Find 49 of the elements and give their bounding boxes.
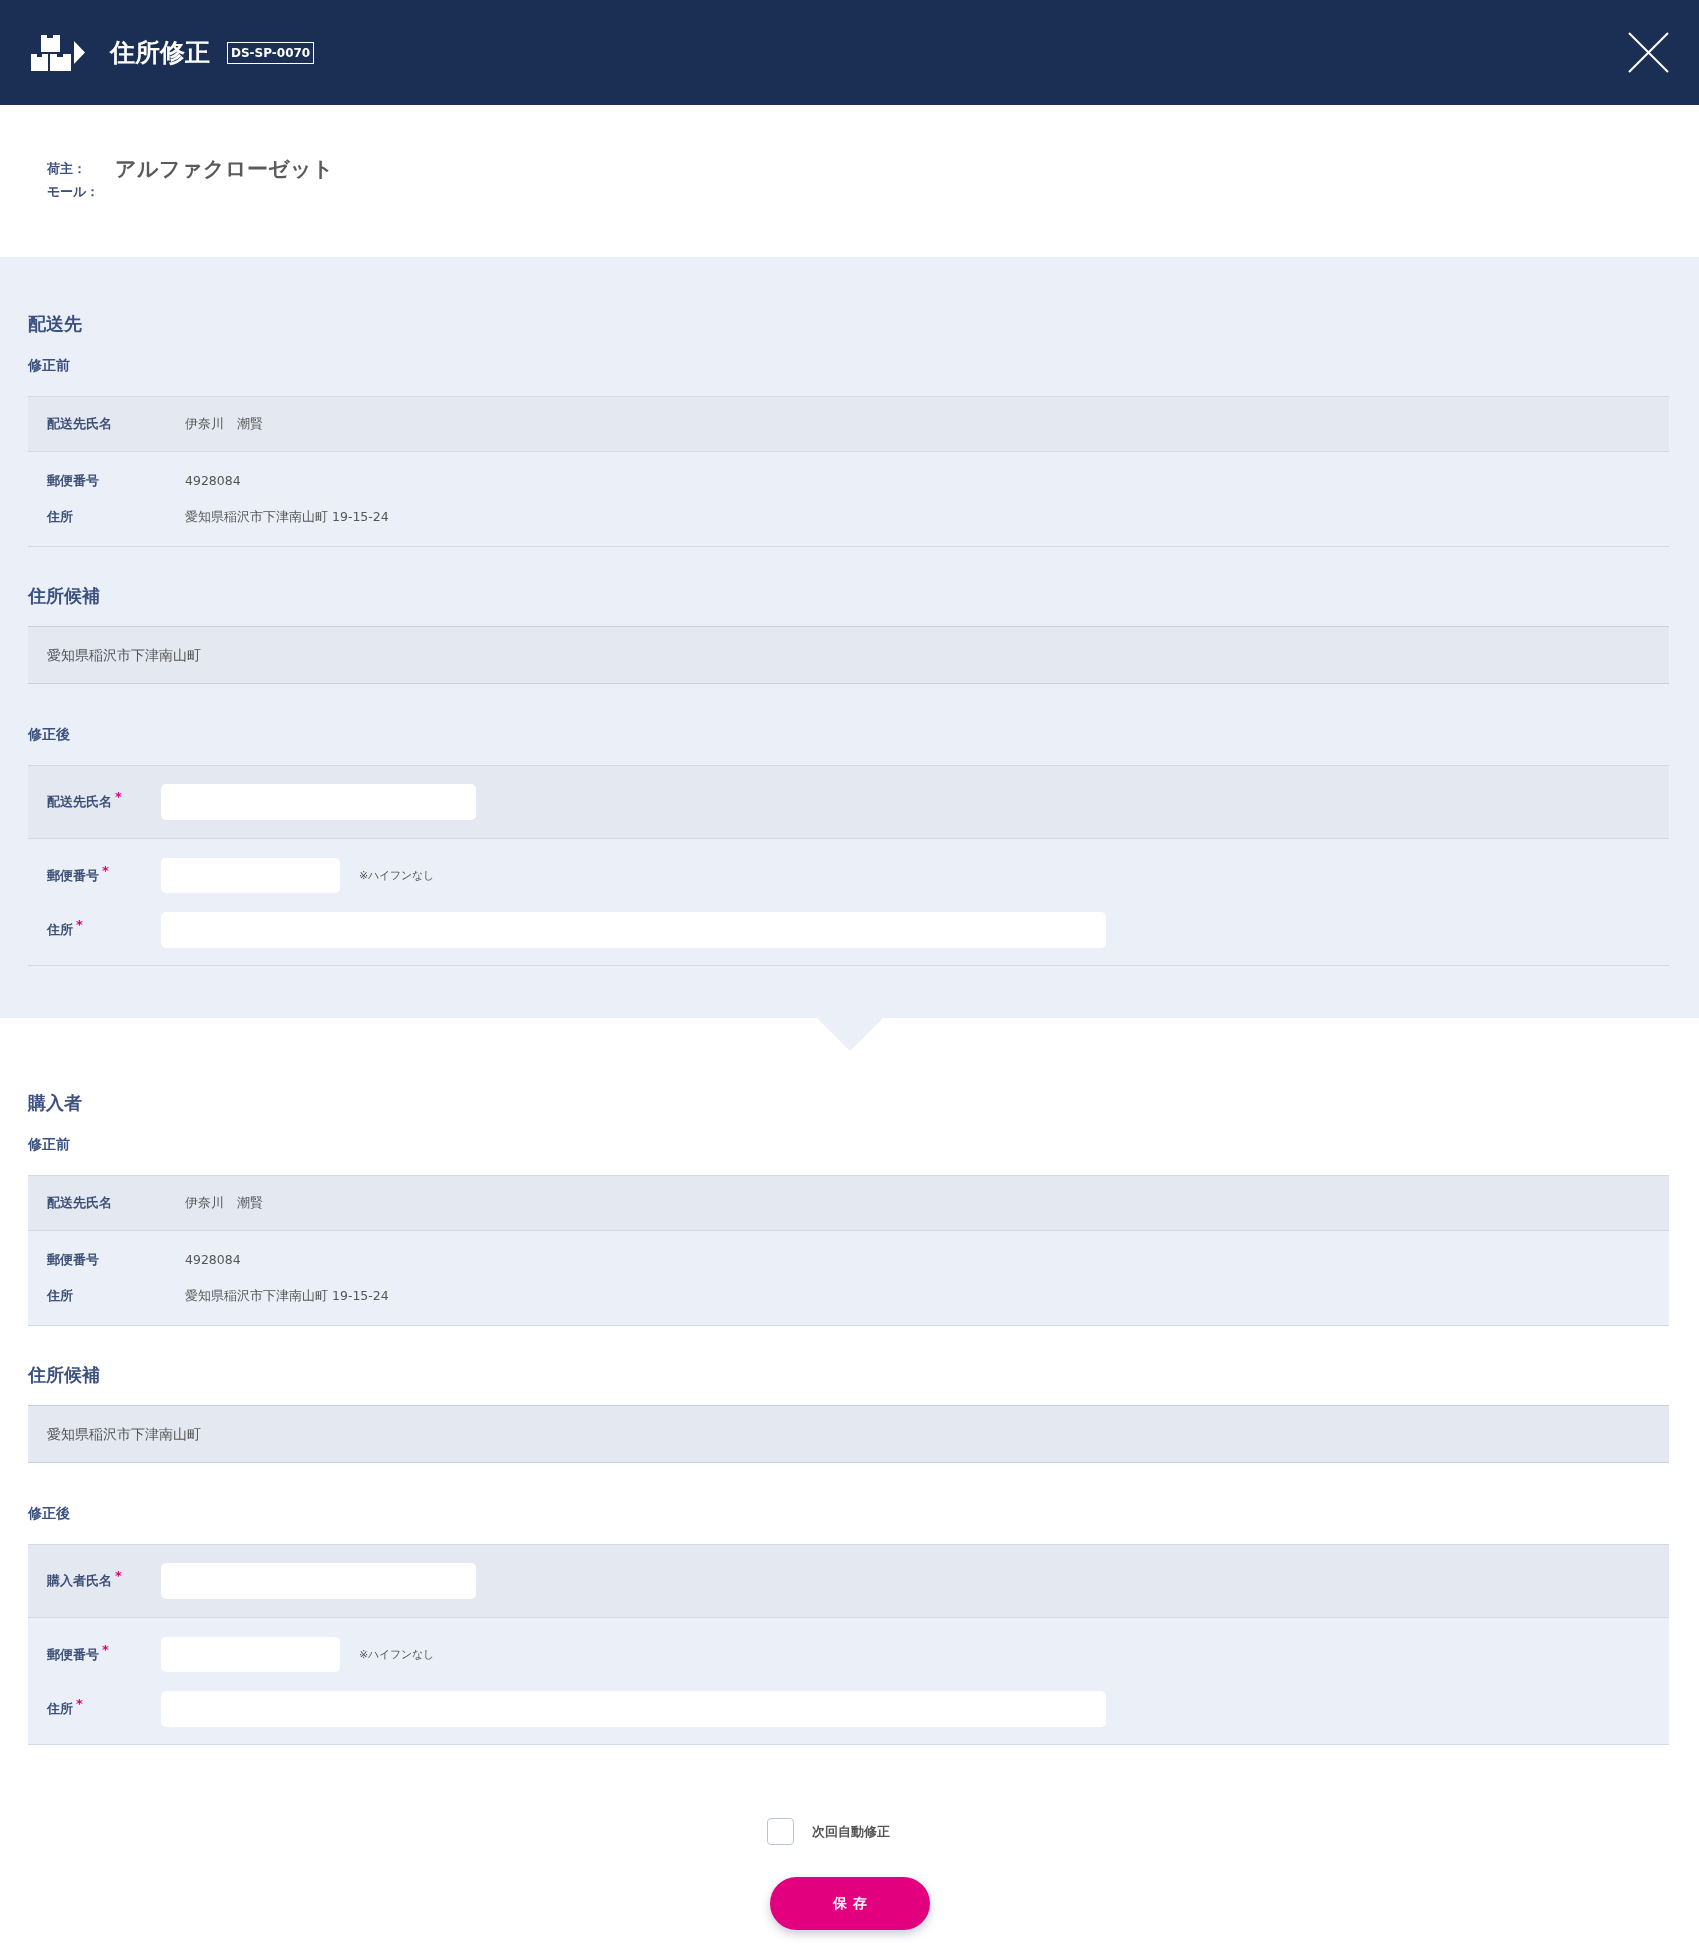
field-label: 住所 [47, 508, 74, 526]
checkbox-label: 次回自動修正 [811, 1822, 890, 1841]
field-value: 愛知県稲沢市下津南山町 19-15-24 [185, 508, 389, 526]
required-mark: * [115, 1571, 122, 1581]
required-mark: * [76, 1699, 83, 1709]
save-button[interactable]: 保存 [769, 1877, 930, 1930]
field-label: 住所 [47, 1700, 73, 1718]
close-icon [1628, 32, 1669, 73]
required-mark: * [115, 792, 122, 802]
candidate-address: 愛知県稲沢市下津南山町 [28, 626, 1669, 684]
section-title: 購入者 [28, 1091, 83, 1115]
subsection-title: 修正後 [28, 1504, 71, 1523]
info-label: モール： [47, 183, 100, 201]
field-value: 4928084 [185, 472, 241, 490]
field-label: 配送先氏名 [47, 793, 112, 811]
field-label: 郵便番号 [47, 1645, 99, 1664]
field-label: 購入者氏名 [47, 1572, 112, 1590]
field-value: 愛知県稲沢市下津南山町 19-15-24 [185, 1287, 389, 1305]
field-label: 配送先氏名 [47, 415, 113, 433]
info-value: アルファクローゼット [115, 156, 334, 182]
candidate-address: 愛知県稲沢市下津南山町 [28, 1405, 1669, 1463]
field-label: 配送先氏名 [47, 1194, 113, 1212]
section-title: 配送先 [28, 312, 83, 336]
screen-id-badge: DS-SP-0070 [227, 41, 315, 64]
section-title: 住所候補 [28, 584, 101, 608]
page-title: 住所修正 [110, 36, 210, 69]
field-value: 伊奈川 潮賢 [185, 1194, 263, 1212]
input-field[interactable] [161, 784, 476, 820]
required-mark: * [76, 920, 83, 930]
field-label: 住所 [47, 921, 73, 939]
boxes-arrow-icon [30, 34, 85, 71]
section-title: 住所候補 [28, 1363, 101, 1387]
field-note: ※ハイフンなし [359, 867, 435, 884]
subsection-title: 修正前 [28, 356, 71, 375]
subsection-title: 修正前 [28, 1135, 71, 1154]
checkbox[interactable] [766, 1818, 794, 1845]
required-mark: * [102, 1644, 109, 1655]
field-note: ※ハイフンなし [359, 1646, 435, 1663]
close-button[interactable] [1628, 32, 1669, 73]
field-label: 郵便番号 [47, 472, 100, 490]
field-value: 伊奈川 潮賢 [185, 415, 263, 433]
info-label: 荷主： [47, 160, 87, 178]
field-label: 住所 [47, 1287, 74, 1305]
subsection-title: 修正後 [28, 725, 71, 744]
field-label: 郵便番号 [47, 1251, 100, 1269]
field-value: 4928084 [185, 1251, 241, 1269]
required-mark: * [102, 865, 109, 876]
field-label: 郵便番号 [47, 866, 99, 885]
input-field[interactable] [161, 1563, 476, 1599]
